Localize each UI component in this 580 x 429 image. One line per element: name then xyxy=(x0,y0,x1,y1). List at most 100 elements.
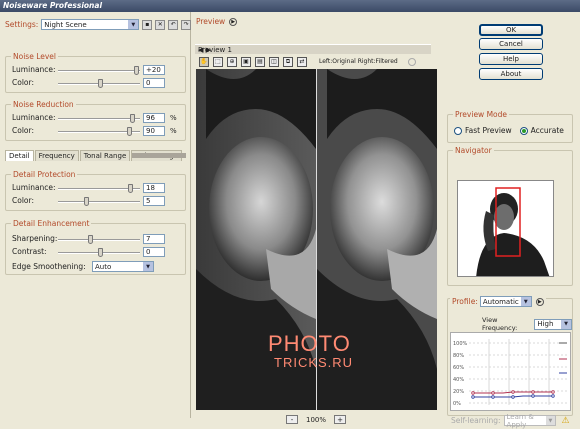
noise-level-luminance-label: Luminance: xyxy=(12,65,56,74)
slider-thumb[interactable] xyxy=(128,184,133,193)
sharpening-label: Sharpening: xyxy=(12,234,58,243)
accurate-radio[interactable] xyxy=(519,126,528,135)
view-frequency-dropdown[interactable]: High ▼ xyxy=(534,318,572,330)
noise-reduction-luminance-input[interactable]: 96 xyxy=(143,113,165,123)
percent-unit: % xyxy=(170,127,177,135)
new-preview-icon[interactable]: ⧉ xyxy=(283,56,293,67)
watermark-tricks: TRICKS.RU xyxy=(274,355,354,370)
settings-dropdown[interactable]: Night Scene ▼ xyxy=(41,19,140,30)
slider-thumb[interactable] xyxy=(130,114,135,123)
split-vertical-icon[interactable]: ◫ xyxy=(269,56,279,67)
preview-panel: Preview ▶ Preview 1 ◀ ▶ ✋ ⬚ ⊕ ▣ ▤ ◫ ⧉ ⇄ … xyxy=(191,12,443,424)
y-tick-label: 40% xyxy=(453,377,464,383)
tab-tonal-range[interactable]: Tonal Range xyxy=(79,150,131,161)
save-icon[interactable]: ▪ xyxy=(142,19,153,30)
slider-thumb[interactable] xyxy=(98,248,103,257)
help-button[interactable]: Help xyxy=(479,53,543,65)
sharpening-slider[interactable] xyxy=(58,235,140,244)
noise-reduction-luminance-slider[interactable] xyxy=(58,114,140,123)
warning-icon[interactable]: ⚠ xyxy=(562,416,570,426)
navigator-title: Navigator xyxy=(453,146,494,155)
zoom-in-button[interactable]: + xyxy=(334,415,347,424)
noise-level-title: Noise Level xyxy=(11,52,58,61)
undo-icon[interactable]: ↶ xyxy=(168,19,179,30)
navigator-thumbnail[interactable] xyxy=(457,180,554,277)
noise-reduction-color-label: Color: xyxy=(12,126,34,135)
zoom-level: 100% xyxy=(306,415,327,424)
tab-nav-arrows-icon[interactable]: ◀ ▶ xyxy=(198,46,429,54)
ok-button[interactable]: OK xyxy=(479,24,543,36)
view-frequency-label: View Frequency: xyxy=(482,316,518,332)
redo-icon[interactable]: ↷ xyxy=(181,19,192,30)
self-learning-label: Self-learning: xyxy=(451,416,501,425)
detail-protection-group: Detail Protection Luminance: 18 Color: 5 xyxy=(5,170,186,211)
percent-unit: % xyxy=(170,114,177,122)
preview-tab-bar: Preview 1 ◀ ▶ xyxy=(195,44,431,54)
edge-smoothening-label: Edge Smoothening: xyxy=(12,262,86,271)
tab-detail[interactable]: Detail xyxy=(5,150,34,161)
swap-icon[interactable]: ⇄ xyxy=(297,56,307,67)
detail-enhancement-group: Detail Enhancement Sharpening: 7 Contras… xyxy=(5,219,186,275)
play-icon[interactable]: ▶ xyxy=(535,297,544,306)
noise-level-color-slider[interactable] xyxy=(58,79,140,88)
detail-protection-luminance-slider[interactable] xyxy=(58,184,140,193)
slider-thumb[interactable] xyxy=(127,127,132,136)
preview-toolbar: ✋ ⬚ ⊕ ▣ ▤ ◫ ⧉ ⇄ Left:Original Right:Filt… xyxy=(195,55,438,68)
noise-reduction-group: Noise Reduction Luminance: 96 % Color: 9… xyxy=(5,100,186,141)
slider-thumb[interactable] xyxy=(84,197,89,206)
chevron-down-icon: ▼ xyxy=(561,319,571,329)
contrast-slider[interactable] xyxy=(58,248,140,257)
y-tick-label: 100% xyxy=(453,341,468,347)
noise-level-color-input[interactable]: 0 xyxy=(143,78,165,88)
detail-protection-color-slider[interactable] xyxy=(58,197,140,206)
cancel-button[interactable]: Cancel xyxy=(479,38,543,50)
hand-tool-icon[interactable]: ✋ xyxy=(199,56,209,67)
fast-preview-radio[interactable] xyxy=(454,126,462,135)
chevron-down-icon: ▼ xyxy=(520,297,531,306)
detail-protection-title: Detail Protection xyxy=(11,170,78,179)
y-tick-label: 20% xyxy=(453,389,464,395)
contrast-label: Contrast: xyxy=(12,247,47,256)
detail-protection-luminance-input[interactable]: 18 xyxy=(143,183,165,193)
chevron-down-icon: ▼ xyxy=(546,416,555,425)
status-dot-icon xyxy=(407,57,416,66)
select-plus-tool-icon[interactable]: ⊕ xyxy=(227,56,237,67)
slider-thumb[interactable] xyxy=(88,235,93,244)
noise-level-color-label: Color: xyxy=(12,78,34,87)
noise-level-luminance-input[interactable]: +20 xyxy=(143,65,165,75)
noise-reduction-luminance-label: Luminance: xyxy=(12,113,56,122)
sharpening-input[interactable]: 7 xyxy=(143,234,165,244)
preview-view-label: Left:Original Right:Filtered xyxy=(319,58,398,65)
profile-graph: 100% 80% 60% 40% 20% 0% xyxy=(450,332,571,411)
contrast-input[interactable]: 0 xyxy=(143,247,165,257)
right-panel: OK Cancel Help About Preview Mode Fast P… xyxy=(443,12,580,429)
noise-reduction-title: Noise Reduction xyxy=(11,100,76,109)
play-icon[interactable]: ▶ xyxy=(229,17,238,26)
detail-enhancement-title: Detail Enhancement xyxy=(11,219,92,228)
chevron-down-icon: ▼ xyxy=(128,20,139,29)
watermark-photo: PHOTO xyxy=(268,331,351,356)
accurate-label: Accurate xyxy=(530,126,564,135)
profile-dropdown[interactable]: Automatic ▼ xyxy=(479,296,532,307)
single-view-icon[interactable]: ▣ xyxy=(241,56,251,67)
edge-smoothening-dropdown[interactable]: Auto ▼ xyxy=(92,261,154,272)
about-button[interactable]: About xyxy=(479,68,543,80)
noise-reduction-color-input[interactable]: 90 xyxy=(143,126,165,136)
profile-value: Automatic xyxy=(482,297,519,306)
tab-frequency[interactable]: Frequency xyxy=(34,150,79,161)
chevron-down-icon: ▼ xyxy=(143,262,153,271)
preview-image[interactable]: PHOTO TRICKS.RU xyxy=(196,69,437,410)
split-horizontal-icon[interactable]: ▤ xyxy=(255,56,265,67)
y-tick-label: 0% xyxy=(453,401,461,407)
self-learning-dropdown: Learn & Apply ▼ xyxy=(503,413,556,429)
settings-value: Night Scene xyxy=(44,20,87,29)
noise-reduction-color-slider[interactable] xyxy=(58,127,140,136)
zoom-out-button[interactable]: - xyxy=(286,415,298,424)
delete-icon[interactable]: ✕ xyxy=(155,19,166,30)
app-title: Noiseware Professional xyxy=(3,1,103,10)
detail-protection-color-input[interactable]: 5 xyxy=(143,196,165,206)
select-tool-icon[interactable]: ⬚ xyxy=(213,56,223,67)
slider-thumb[interactable] xyxy=(134,66,139,75)
noise-level-luminance-slider[interactable] xyxy=(58,66,140,75)
slider-thumb[interactable] xyxy=(98,79,103,88)
